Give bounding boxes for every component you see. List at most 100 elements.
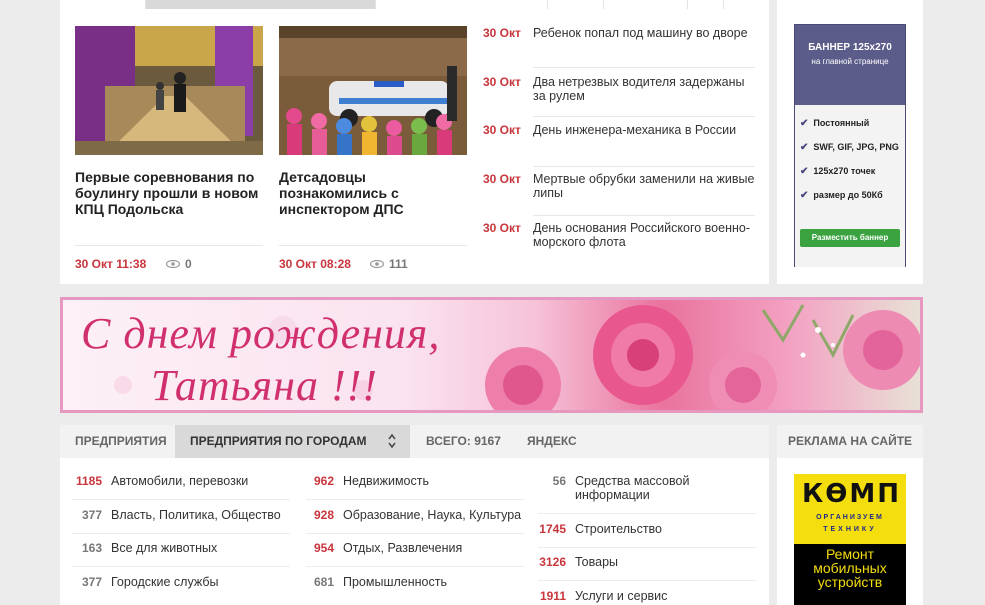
- headline-text[interactable]: Два нетрезвых водителя задержаны за руле…: [533, 75, 755, 103]
- news-panel: Первые соревнования по боулингу прошли в…: [60, 0, 769, 284]
- category-count: 954: [313, 541, 334, 555]
- top-tab[interactable]: [604, 0, 688, 9]
- ad-feature: ✔ SWF, GIF, JPG, PNG: [800, 142, 899, 153]
- news-card-footer: 30 Окт 11:38 0: [75, 0, 263, 284]
- category-label[interactable]: Образование, Наука, Культура: [343, 508, 521, 522]
- ad-feature: ✔ размер до 50Кб: [800, 190, 883, 201]
- top-tab[interactable]: [688, 0, 724, 9]
- eye-icon: [166, 260, 180, 268]
- category-label[interactable]: Власть, Политика, Общество: [111, 508, 281, 522]
- category-count: 3126: [539, 555, 566, 569]
- divider: [533, 166, 755, 167]
- birthday-line2: Татьяна !!!: [151, 361, 378, 410]
- category-count: 1911: [539, 589, 566, 603]
- ad-feature: ✔ 125x270 точек: [800, 166, 875, 177]
- category-label[interactable]: Автомобили, перевозки: [111, 474, 248, 488]
- komp-ad-text: Ремонт мобильных устройств: [813, 546, 887, 590]
- divider: [72, 499, 290, 500]
- eye-icon: [370, 260, 384, 268]
- category-label[interactable]: Услуги и сервис: [575, 589, 667, 603]
- views-count: 0: [185, 257, 192, 271]
- headline-text[interactable]: Ребенок попал под машину во дворе: [533, 26, 755, 40]
- category-label[interactable]: Средства массовой информации: [575, 474, 715, 502]
- category-label[interactable]: Недвижимость: [343, 474, 429, 488]
- category-label[interactable]: Все для животных: [111, 541, 217, 555]
- sort-arrows-icon: [388, 433, 396, 449]
- divider: [279, 245, 467, 246]
- category-count: 928: [313, 508, 334, 522]
- bottom-ad-panel: РЕКЛАМА НА САЙТЕ КӨМП ОРГАНИЗУЕМ ТЕХНИКУ…: [777, 425, 923, 605]
- category-count: 1185: [75, 474, 102, 488]
- ad-feature: ✔ Постоянный: [800, 118, 869, 129]
- headline-date: 30 Окт: [483, 221, 521, 235]
- headline-text[interactable]: День инженера-механика в России: [533, 123, 755, 137]
- divider: [533, 116, 755, 117]
- category-count: 1745: [539, 522, 566, 536]
- category-label[interactable]: Товары: [575, 555, 618, 569]
- category-count: 163: [81, 541, 102, 555]
- divider: [533, 215, 755, 216]
- tab-enterprises[interactable]: ПРЕДПРИЯТИЯ: [60, 425, 182, 458]
- divider: [75, 245, 263, 246]
- birthday-banner[interactable]: С днем рождения, Татьяна !!!: [60, 297, 923, 413]
- divider: [306, 566, 524, 567]
- divider: [538, 547, 756, 548]
- komp-tagline1: ОРГАНИЗУЕМ: [816, 514, 884, 521]
- category-count: 681: [313, 575, 334, 589]
- ad-feature-label: SWF, GIF, JPG, PNG: [813, 142, 899, 152]
- divider: [538, 513, 756, 514]
- category-count: 377: [81, 575, 102, 589]
- ad-feature-label: 125x270 точек: [813, 166, 876, 176]
- views-counter: 111: [370, 257, 408, 271]
- divider: [306, 499, 524, 500]
- tab-total[interactable]: ВСЕГО: 9167: [411, 425, 516, 458]
- views-counter: 0: [166, 257, 192, 271]
- headline-text[interactable]: День основания Российского военно-морско…: [533, 221, 755, 249]
- category-label[interactable]: Промышленность: [343, 575, 447, 589]
- divider: [72, 533, 290, 534]
- news-card-footer: 30 Окт 08:28 111: [279, 0, 467, 284]
- tab-yandex[interactable]: ЯНДЕКС: [512, 425, 592, 458]
- headline-date: 30 Окт: [483, 26, 521, 40]
- headline-date: 30 Окт: [483, 123, 521, 137]
- category-count: 962: [313, 474, 334, 488]
- komp-logo-area: КӨМП ОРГАНИЗУЕМ ТЕХНИКУ: [794, 474, 906, 544]
- ad-banner-title: БАННЕР 125x270: [808, 42, 892, 53]
- views-count: 111: [389, 257, 408, 271]
- headline-date: 30 Окт: [483, 75, 521, 89]
- check-icon: ✔: [800, 142, 809, 153]
- headline-date: 30 Окт: [483, 172, 521, 186]
- ad-banner-body: ✔ Постоянный ✔ SWF, GIF, JPG, PNG ✔ 125x270…: [795, 105, 905, 267]
- ad-banner-header: БАННЕР 125x270 на главной странице: [795, 25, 905, 85]
- category-label[interactable]: Отдых, Развлечения: [343, 541, 462, 555]
- check-icon: ✔: [800, 118, 809, 129]
- komp-ad-banner[interactable]: КӨМП ОРГАНИЗУЕМ ТЕХНИКУ Ремонт мобильных…: [794, 474, 906, 605]
- divider: [72, 566, 290, 567]
- side-ad-panel: БАННЕР 125x270 на главной странице ✔ Пост…: [777, 0, 923, 284]
- divider: [306, 533, 524, 534]
- category-count: 377: [81, 508, 102, 522]
- ad-feature-label: Постоянный: [813, 118, 870, 128]
- komp-tagline2: ТЕХНИКУ: [823, 526, 877, 533]
- category-label[interactable]: Строительство: [575, 522, 662, 536]
- ad-section-title: РЕКЛАМА НА САЙТЕ: [777, 425, 923, 458]
- check-icon: ✔: [800, 190, 809, 201]
- enterprise-tabs: ПРЕДПРИЯТИЯ ПРЕДПРИЯТИЯ ПО ГОРОДАМ ВСЕГО…: [60, 425, 769, 458]
- place-banner-button[interactable]: Разместить баннер: [800, 229, 900, 247]
- check-icon: ✔: [800, 166, 809, 177]
- headline-text[interactable]: Мертвые обрубки заменили на живые липы: [533, 172, 755, 200]
- komp-logo: КӨМП: [802, 479, 901, 509]
- news-date: 30 Окт 08:28: [279, 257, 351, 271]
- enterprises-panel: ПРЕДПРИЯТИЯ ПРЕДПРИЯТИЯ ПО ГОРОДАМ ВСЕГО…: [60, 425, 769, 605]
- top-tab[interactable]: [548, 0, 604, 9]
- ad-banner-subtitle: на главной странице: [811, 57, 889, 66]
- divider: [533, 67, 755, 68]
- category-label[interactable]: Городские службы: [111, 575, 219, 589]
- ad-banner-125x270[interactable]: БАННЕР 125x270 на главной странице ✔ Пост…: [794, 24, 906, 267]
- birthday-line1: С днем рождения,: [81, 309, 441, 358]
- category-count: 56: [552, 474, 566, 488]
- tab-label: ПРЕДПРИЯТИЯ ПО ГОРОДАМ: [190, 434, 367, 448]
- news-date: 30 Окт 11:38: [75, 257, 147, 271]
- divider: [538, 580, 756, 581]
- tab-enterprises-by-city[interactable]: ПРЕДПРИЯТИЯ ПО ГОРОДАМ: [175, 425, 410, 458]
